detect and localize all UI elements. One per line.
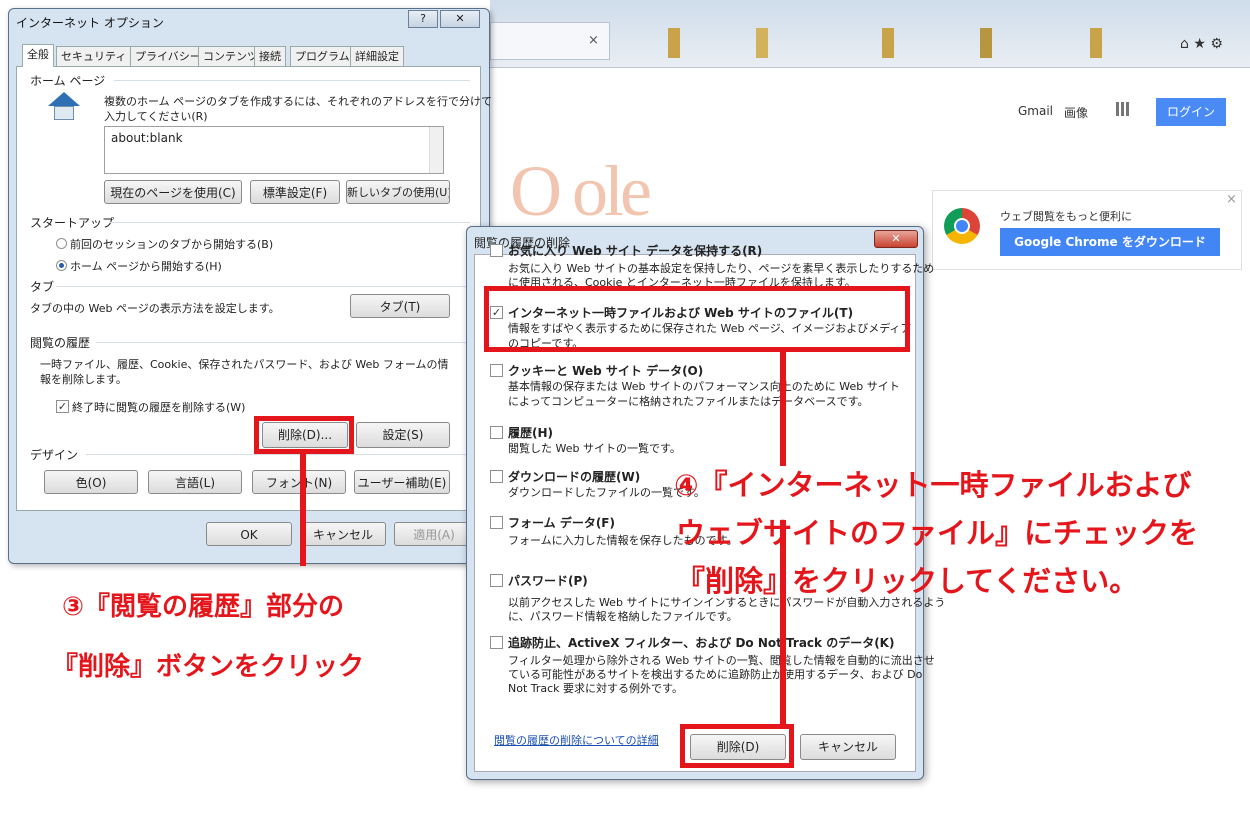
tab-privacy[interactable]: プライバシー — [130, 46, 206, 66]
bookmark-thumb — [1090, 28, 1102, 58]
checkbox-favorites[interactable] — [490, 244, 503, 257]
radio-previous-session[interactable] — [56, 238, 67, 249]
home-icon-body — [54, 106, 74, 120]
login-button[interactable]: ログイン — [1156, 98, 1226, 126]
item-tracking-desc3: Not Track 要求に対する例外です。 — [508, 682, 683, 695]
tab-programs[interactable]: プログラム — [290, 46, 355, 66]
step3-line1: ③『閲覧の履歴』部分の — [62, 592, 345, 622]
tab-advanced[interactable]: 詳細設定 — [350, 46, 404, 66]
home-desc-line1: 複数のホーム ページのタブを作成するには、それぞれのアドレスを行で分けて — [104, 95, 492, 108]
step4-line2: ウェブサイトのファイル』にチェックを — [676, 516, 1199, 550]
radio-previous-session-label: 前回のセッションのタブから開始する(B) — [70, 238, 274, 251]
google-logo-partial: O ole — [510, 151, 652, 231]
checkbox-downloads[interactable] — [490, 470, 503, 483]
apps-grid-icon[interactable] — [1116, 102, 1130, 116]
bookmark-thumb — [756, 28, 768, 58]
design-label: デザイン — [30, 448, 79, 462]
item-form-data-title: フォーム データ(F) — [508, 516, 615, 530]
item-passwords-desc2: に、パスワード情報を格納したファイルです。 — [508, 610, 738, 623]
item-favorites-desc1: お気に入り Web サイトの基本設定を保持したり、ページを素早く表示したりするた… — [508, 262, 935, 275]
item-history-title: 履歴(H) — [508, 426, 554, 440]
checkbox-cookies[interactable] — [490, 364, 503, 377]
history-desc-line1: 一時ファイル、履歴、Cookie、保存されたパスワード、および Web フォーム… — [40, 358, 449, 371]
highlight-history-delete — [254, 416, 354, 454]
tabs-label: タブ — [30, 280, 55, 294]
cancel-button[interactable]: キャンセル — [300, 522, 386, 546]
history-desc-line2: 報を削除します。 — [40, 373, 127, 386]
delete-on-exit-label: 終了時に閲覧の履歴を削除する(W) — [72, 401, 246, 414]
home-icon — [48, 92, 80, 106]
checkbox-form-data[interactable] — [490, 516, 503, 529]
options-title: インターネット オプション — [16, 16, 164, 30]
close-button[interactable]: ✕ — [440, 10, 480, 28]
colors-button[interactable]: 色(O) — [44, 470, 138, 494]
tabs-desc: タブの中の Web ページの表示方法を設定します。 — [30, 302, 280, 315]
divider — [56, 286, 470, 287]
bookmark-thumb — [882, 28, 894, 58]
divider — [114, 80, 470, 81]
divider — [110, 222, 470, 223]
about-deleting-history-link[interactable]: 閲覧の履歴の削除についての詳細 — [494, 732, 659, 748]
item-cookies-title: クッキーと Web サイト データ(O) — [508, 364, 704, 378]
apply-button[interactable]: 適用(A) — [394, 522, 474, 546]
tab-general[interactable]: 全般 — [22, 44, 54, 67]
divider — [86, 454, 470, 455]
history-label: 閲覧の履歴 — [30, 336, 91, 350]
item-tracking-desc2: ている可能性があるサイトを検出するために追跡防止が使用するデータ、および Do — [508, 668, 923, 681]
startup-label: スタートアップ — [30, 216, 115, 230]
highlight-temp-files — [484, 286, 910, 352]
history-settings-button[interactable]: 設定(S) — [356, 422, 450, 448]
help-button[interactable]: ? — [408, 10, 438, 28]
accessibility-button[interactable]: ユーザー補助(E) — [354, 470, 450, 494]
chrome-download-button[interactable]: Google Chrome をダウンロード — [1000, 228, 1220, 256]
item-cookies-desc2: によってコンピューターに格納されたファイルまたはデータベースです。 — [508, 395, 869, 408]
tabs-button[interactable]: タブ(T) — [350, 294, 450, 318]
promo-text: ウェブ閲覧をもっと便利に — [1000, 210, 1132, 223]
delete-dialog-close-button[interactable]: ✕ — [874, 230, 918, 248]
checkbox-tracking[interactable] — [490, 636, 503, 649]
tab-security[interactable]: セキュリティ — [56, 46, 132, 66]
use-current-button[interactable]: 現在のページを使用(C) — [104, 180, 242, 204]
gmail-link[interactable]: Gmail — [1018, 104, 1053, 118]
chrome-logo-icon — [944, 208, 980, 244]
languages-button[interactable]: 言語(L) — [148, 470, 242, 494]
use-new-tab-button[interactable]: 新しいタブの使用(U) — [346, 180, 450, 204]
promo-close-icon[interactable]: × — [1226, 192, 1237, 207]
scrollbar[interactable] — [429, 127, 443, 173]
home-page-label: ホーム ページ — [30, 74, 106, 88]
use-default-button[interactable]: 標準設定(F) — [250, 180, 340, 204]
step4-line1: ④『インターネット一時ファイルおよび — [674, 468, 1192, 502]
step3-line2: 『削除』ボタンをクリック — [52, 652, 365, 682]
item-tracking-title: 追跡防止、ActiveX フィルター、および Do Not Track のデータ… — [508, 636, 895, 650]
checkbox-passwords[interactable] — [490, 574, 503, 587]
home-page-value: about:blank — [111, 131, 183, 145]
delete-on-exit-checkbox[interactable]: ✓ — [56, 400, 69, 413]
tab-connections[interactable]: 接続 — [254, 46, 286, 66]
tab-close-icon[interactable]: × — [588, 33, 599, 48]
radio-home-page-label: ホーム ページから開始する(H) — [70, 260, 222, 273]
bookmark-thumb — [668, 28, 680, 58]
ok-button[interactable]: OK — [206, 522, 292, 546]
fonts-button[interactable]: フォント(N) — [252, 470, 346, 494]
item-tracking-desc1: フィルター処理から除外される Web サイトの一覧、閲覧した情報を自動的に流出さ… — [508, 654, 935, 667]
radio-home-page[interactable] — [56, 260, 67, 271]
item-favorites-title: お気に入り Web サイト データを保持する(R) — [508, 244, 763, 258]
item-downloads-title: ダウンロードの履歴(W) — [508, 470, 641, 484]
item-cookies-desc1: 基本情報の保存または Web サイトのパフォーマンス向上のために Web サイト — [508, 380, 900, 393]
item-passwords-title: パスワード(P) — [508, 574, 588, 588]
divider — [96, 342, 470, 343]
bookmark-thumb — [980, 28, 992, 58]
home-desc-line2: 入力してください(R) — [104, 110, 208, 123]
item-history-desc1: 閲覧した Web サイトの一覧です。 — [508, 442, 681, 455]
home-star-gear-icons[interactable]: ⌂ ★ ⚙ — [1180, 36, 1223, 52]
home-page-textarea[interactable]: about:blank — [104, 126, 444, 174]
pointer-line-step4 — [780, 352, 786, 466]
highlight-dialog-delete — [680, 724, 794, 768]
checkbox-history[interactable] — [490, 426, 503, 439]
delete-dialog-cancel-button[interactable]: キャンセル — [800, 734, 896, 760]
pointer-line-step3 — [300, 454, 306, 566]
step4-line3: 『削除』をクリックしてください。 — [676, 564, 1139, 598]
images-link[interactable]: 画像 — [1064, 104, 1088, 121]
